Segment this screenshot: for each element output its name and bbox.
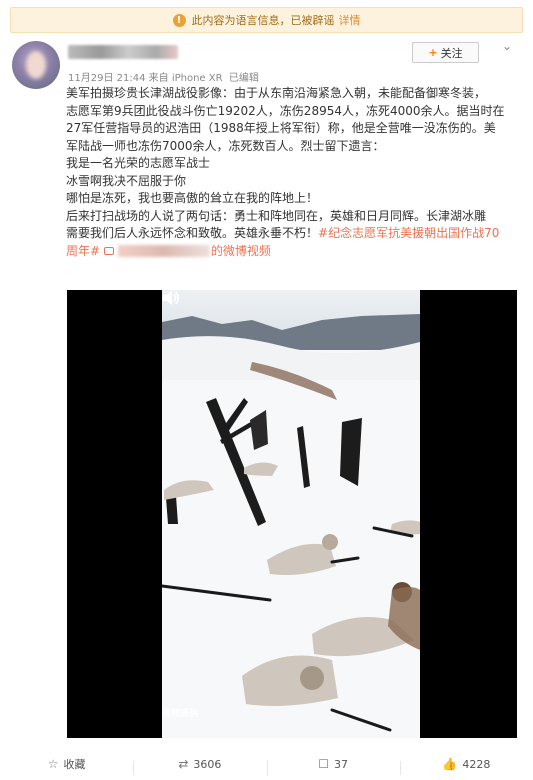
comment-icon: ☐ [318,757,329,771]
post-line: 后来打扫战场的人说了两句话：勇士和阵地同在，英雄和日月同辉。长津湖冰雕 [66,208,487,223]
post-time[interactable]: 11月29日 21:44 [68,73,145,84]
notice-text: 此内容为语言信息，已被辟谣 [191,14,335,27]
like-button[interactable]: 👍 4228 [399,757,533,775]
favorite-label: 收藏 [63,758,86,771]
post-line: 志愿军第9兵团此役战斗伤亡19202人，冻伤28954人，冻死4000余人。据当… [66,103,505,118]
post-text: 美军拍摄珍贵长津湖战役影像：由于从东南沿海紧急入朝，未能配备御寒冬装， 志愿军第… [66,85,521,260]
video-source-link[interactable]: 的微博视频 [103,244,271,258]
chevron-down-icon[interactable]: ⌄ [502,39,512,53]
video-frame [162,290,420,738]
like-count: 4228 [462,757,491,771]
action-bar: ☆ 收藏 ⇄ 3606 ☐ 37 👍 4228 [0,748,533,780]
comment-button[interactable]: ☐ 37 [266,757,400,775]
hashtag-link-cont[interactable]: 周年# [66,244,100,258]
post-line: 军陆战一师也冻伤7000余人，冻死数百人。烈士留下遗言： [66,138,385,153]
post-line: 需要我们后人永远怀念和致敬。英雄永垂不朽！ [66,226,319,240]
video-watermark: 视频提供 [162,709,199,719]
star-icon: ☆ [47,757,59,771]
blurred-account-name [117,245,210,257]
rumor-notice-bar: ! 此内容为语言信息，已被辟谣 详情 [10,7,523,33]
notice-details-link[interactable]: 详情 [339,12,361,28]
repost-icon: ⇄ [178,757,189,771]
plus-icon: + [428,46,438,59]
speaker-icon[interactable] [162,290,180,306]
post-line: 美军拍摄珍贵长津湖战役影像：由于从东南沿海紧急入朝，未能配备御寒冬装， [66,86,487,100]
post-line: 我是一名光荣的志愿军战士 [66,156,211,170]
post-meta: 11月29日 21:44 来自 iPhone XR 已编辑 [68,69,259,84]
author-name[interactable] [68,45,178,59]
repost-button[interactable]: ⇄ 3606 [133,757,266,775]
comment-count: 37 [334,757,348,771]
post-line: 哪怕是冻死，我也要高傲的耸立在我的阵地上！ [66,191,319,205]
follow-label: 关注 [440,46,463,60]
avatar[interactable] [12,41,60,89]
favorite-button[interactable]: ☆ 收藏 [0,756,133,772]
edited-label[interactable]: 已编辑 [229,73,259,84]
thumbs-up-icon: 👍 [442,757,458,771]
video-icon [103,247,114,255]
post-line: 冰雪啊我决不屈服于你 [66,173,187,188]
info-icon: ! [172,13,186,27]
hashtag-link[interactable]: #纪念志愿军抗美援朝出国作战70 [318,226,499,240]
source-prefix: 来自 [148,73,169,84]
follow-button[interactable]: + 关注 [412,42,479,63]
video-player[interactable]: 视频提供 [67,290,517,738]
repost-count: 3606 [193,757,222,771]
post-line: 27军任营指导员的迟浩田（1988年授上将军衔）称，他是全营唯一没冻伤的。美 [66,121,496,135]
post-source: iPhone XR [171,73,223,84]
